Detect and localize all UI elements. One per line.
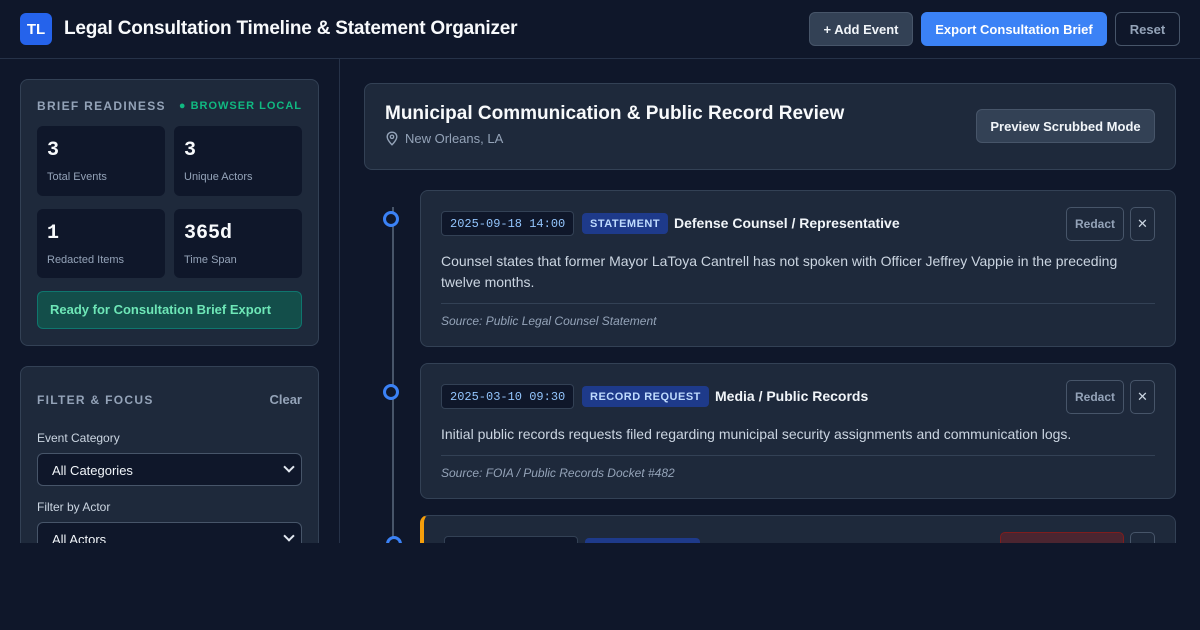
redact-button[interactable]: Redact [1066,380,1124,414]
browser-local-badge: ● BROWSER LOCAL [178,100,302,112]
stat-value: 3 [184,139,197,162]
chevron-down-icon [283,530,295,542]
actor-select[interactable]: All Actors [37,522,302,543]
stat-value: 3 [47,139,60,162]
event-source: Source: Public Legal Counsel Statement [441,314,657,328]
export-ready-status: Ready for Consultation Brief Export [37,291,302,329]
location-text: New Orleans, LA [405,131,504,146]
app-logo: TL [20,13,52,45]
category-select[interactable]: All Categories [37,453,302,486]
event-card: 2025-09-18 14:00 STATEMENT Defense Couns… [420,190,1176,347]
delete-event-button[interactable]: ✕ [1130,380,1155,414]
event-category-badge [585,538,700,543]
stat-unique-actors: 3 Unique Actors [174,126,302,196]
event-source: Source: FOIA / Public Records Docket #48… [441,466,675,480]
timeline-line [392,207,394,543]
event-actor: Defense Counsel / Representative [674,215,900,231]
stat-total-events: 3 Total Events [37,126,165,196]
event-description: Counsel states that former Mayor LaToya … [441,253,1118,290]
clear-filters-button[interactable]: Clear [269,392,302,407]
event-category-badge: RECORD REQUEST [582,386,709,407]
main-content: Municipal Communication & Public Record … [340,59,1200,543]
stat-label: Unique Actors [184,171,253,183]
timeline-dot [386,536,402,543]
timeline-dot [383,211,399,227]
event-card: 2025-03-10 09:30 RECORD REQUEST Media / … [420,363,1176,499]
map-pin-icon [386,131,398,146]
filter-focus-panel: FILTER & FOCUS Clear Event Category All … [20,366,319,543]
brief-readiness-panel: BRIEF READINESS ● BROWSER LOCAL 3 Total … [20,79,319,346]
preview-scrubbed-button[interactable]: Preview Scrubbed Mode [976,109,1155,143]
event-actor: Media / Public Records [715,388,869,404]
stat-label: Redacted Items [47,254,125,266]
timeline-dot [383,384,399,400]
readiness-heading: BRIEF READINESS [37,99,166,113]
stat-label: Time Span [184,254,237,266]
event-divider [441,455,1155,456]
category-select-value: All Categories [52,463,133,478]
actor-select-value: All Actors [52,532,107,543]
sidebar: BRIEF READINESS ● BROWSER LOCAL 3 Total … [0,59,340,543]
stat-label: Total Events [47,171,107,183]
app-title: Legal Consultation Timeline & Statement … [64,18,518,39]
delete-event-button[interactable] [1130,532,1155,543]
app-viewport: TL Legal Consultation Timeline & Stateme… [0,0,1200,543]
event-divider [441,303,1155,304]
add-event-button[interactable]: + Add Event [809,12,913,46]
actor-label: Filter by Actor [37,500,111,514]
stat-value: 1 [47,222,60,245]
unredact-button[interactable] [1000,532,1124,543]
reset-button[interactable]: Reset [1115,12,1180,46]
case-title: Municipal Communication & Public Record … [385,103,845,124]
event-timestamp: 2025-03-10 09:30 [441,384,575,409]
case-location: New Orleans, LA [385,131,503,146]
stat-value: 365d [184,222,233,245]
event-category-badge: STATEMENT [582,213,669,234]
event-timestamp: 2025-09-18 14:00 [441,211,575,236]
stat-redacted-items: 1 Redacted Items [37,209,165,278]
export-brief-button[interactable]: Export Consultation Brief [921,12,1107,46]
category-label: Event Category [37,431,120,445]
event-timestamp-redacted [444,536,578,543]
chevron-down-icon [283,461,295,473]
event-description: Initial public records requests filed re… [441,426,1072,442]
delete-event-button[interactable]: ✕ [1130,207,1155,241]
filter-heading: FILTER & FOCUS [37,393,154,407]
redact-button[interactable]: Redact [1066,207,1124,241]
case-header-card: Municipal Communication & Public Record … [364,83,1176,170]
stat-time-span: 365d Time Span [174,209,302,278]
app-header: TL Legal Consultation Timeline & Stateme… [0,0,1200,59]
event-card-redacted [420,515,1176,543]
